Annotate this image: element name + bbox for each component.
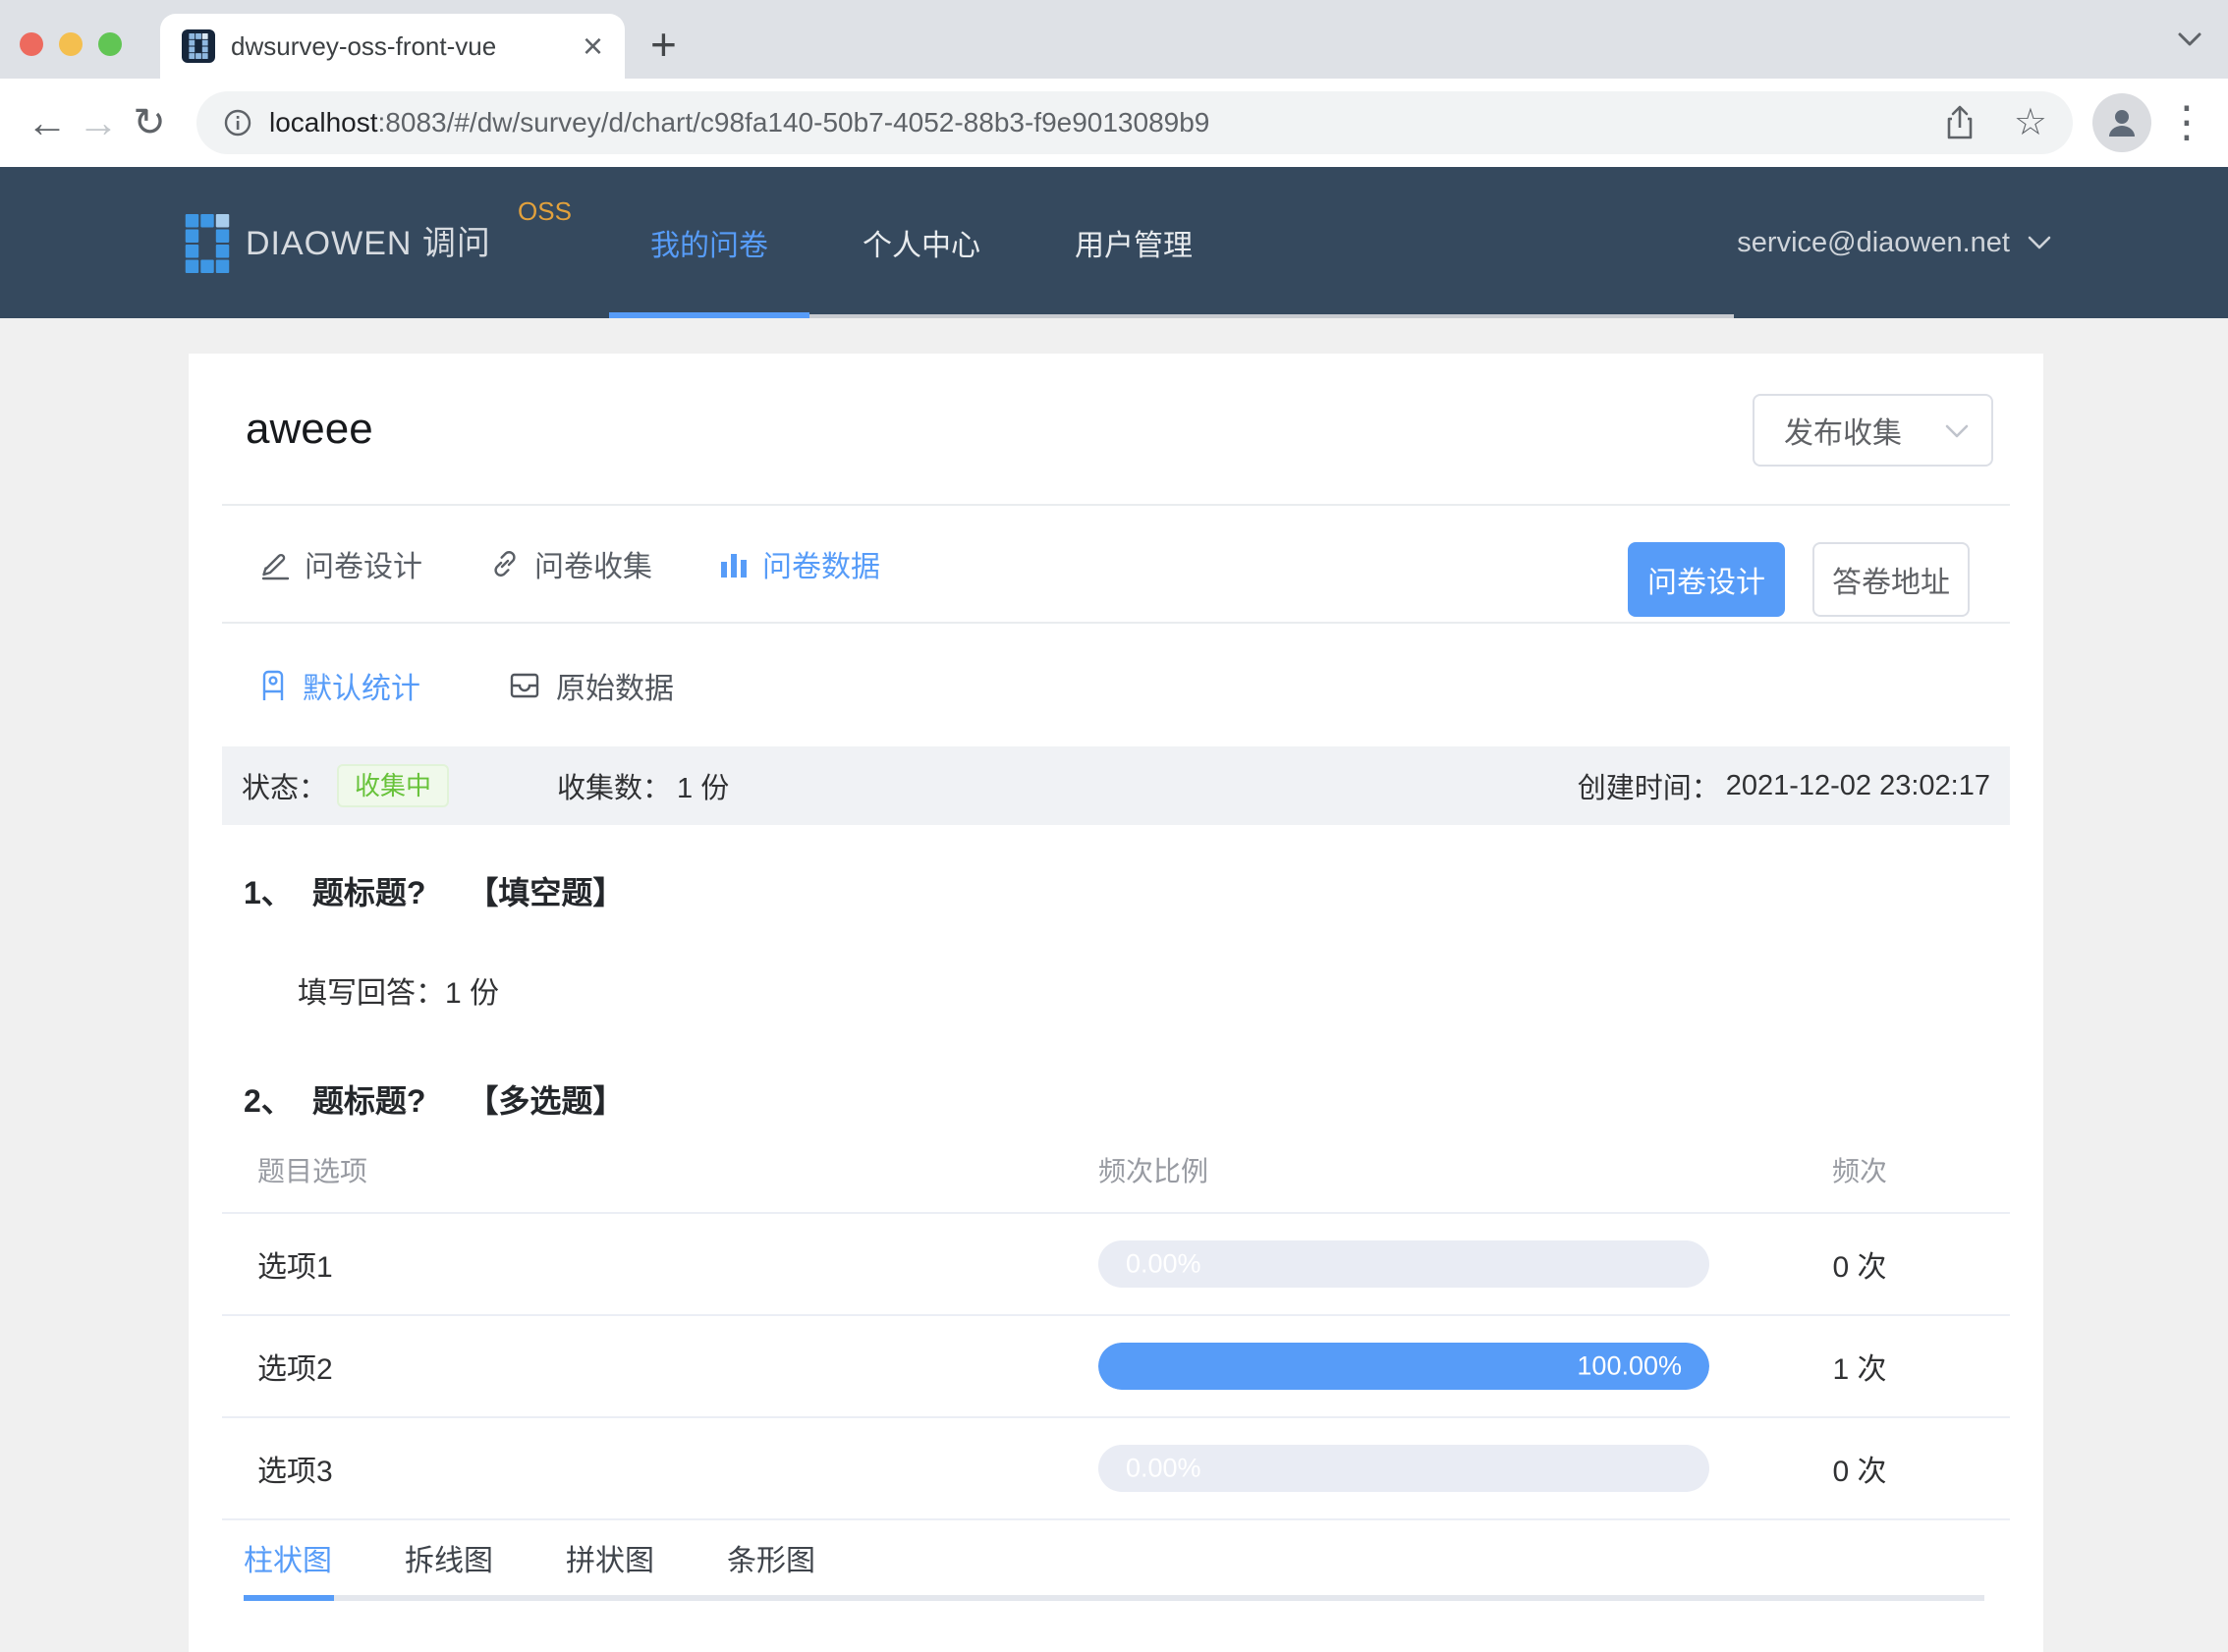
tab-default-stats[interactable]: 默认统计 bbox=[259, 664, 420, 707]
percent-value: 0.00% bbox=[1126, 1248, 1201, 1279]
address-bar[interactable]: localhost:8083/#/dw/survey/d/chart/c98fa… bbox=[196, 91, 2073, 154]
bookmark-star-icon[interactable]: ☆ bbox=[2014, 104, 2047, 141]
app-navbar: DIAOWEN 调问 OSS 我的问卷 个人中心 用户管理 service@di… bbox=[0, 167, 2228, 318]
tab-survey-design[interactable]: 问卷设计 bbox=[259, 542, 422, 585]
diaowen-logo-icon[interactable] bbox=[185, 214, 230, 273]
status-bar: 状态： 收集中 收集数： 1 份 创建时间： 2021-12-02 23:02:… bbox=[222, 746, 2010, 825]
publish-select[interactable]: 发布收集 bbox=[1753, 394, 1993, 467]
link-icon bbox=[494, 551, 516, 577]
menu-item-user-management[interactable]: 用户管理 bbox=[1033, 167, 1234, 318]
brand-text: DIAOWEN 调问 bbox=[246, 225, 491, 262]
survey-card: aweee 发布收集 问卷设计 问卷收集 问卷数据 问卷设计 答卷地址 默认统计… bbox=[189, 354, 2043, 1652]
count-value: 0 次 bbox=[1832, 1251, 1887, 1284]
tab-title: dwsurvey-oss-front-vue bbox=[231, 30, 497, 61]
bar-chart-icon bbox=[721, 554, 747, 578]
reload-button[interactable]: ↻ bbox=[124, 100, 175, 145]
percent-bar: 100.00% bbox=[1098, 1343, 1709, 1390]
edit-icon bbox=[261, 553, 290, 580]
chevron-down-icon bbox=[1944, 423, 1970, 439]
option-label: 选项1 bbox=[257, 1251, 333, 1284]
tab-survey-collect[interactable]: 问卷收集 bbox=[489, 542, 652, 585]
browser-tab[interactable]: dwsurvey-oss-front-vue × bbox=[160, 14, 625, 79]
favicon-icon bbox=[182, 29, 215, 63]
option-stats-table: 题目选项 频次比例 频次 选项1 0.00% 0 次 选项2 100.00% 1… bbox=[222, 1128, 2010, 1520]
survey-title: aweee bbox=[246, 405, 373, 453]
tab-survey-data[interactable]: 问卷数据 bbox=[719, 542, 880, 585]
browser-menu-icon[interactable]: ⋮ bbox=[2165, 101, 2208, 144]
answer-url-button[interactable]: 答卷地址 bbox=[1812, 542, 1970, 617]
collect-count-label: 收集数： bbox=[557, 773, 672, 804]
back-button[interactable]: ← bbox=[22, 99, 73, 146]
percent-value: 100.00% bbox=[1577, 1350, 1682, 1381]
page-background: aweee 发布收集 问卷设计 问卷收集 问卷数据 问卷设计 答卷地址 默认统计… bbox=[0, 318, 2228, 1652]
menu-item-profile[interactable]: 个人中心 bbox=[821, 167, 1022, 318]
tab-close-icon[interactable]: × bbox=[583, 28, 603, 64]
table-row: 选项1 0.00% 0 次 bbox=[222, 1212, 2010, 1314]
share-icon[interactable] bbox=[1943, 104, 1977, 141]
chart-tab-line[interactable]: 拆线图 bbox=[405, 1536, 493, 1579]
site-info-icon[interactable] bbox=[222, 107, 253, 138]
percent-bar: 0.00% bbox=[1098, 1445, 1709, 1492]
count-value: 1 次 bbox=[1832, 1353, 1887, 1386]
answer-value: 1 份 bbox=[445, 977, 500, 1010]
tab-raw-data[interactable]: 原始数据 bbox=[509, 664, 674, 707]
chart-tab-column[interactable]: 柱状图 bbox=[244, 1536, 332, 1579]
created-time-value: 2021-12-02 23:02:17 bbox=[1725, 769, 1990, 801]
table-header-row: 题目选项 频次比例 频次 bbox=[222, 1128, 2010, 1212]
created-time-label: 创建时间： bbox=[1577, 773, 1720, 804]
table-row: 选项3 0.00% 0 次 bbox=[222, 1416, 2010, 1518]
account-email: service@diaowen.net bbox=[1737, 226, 2010, 258]
option-label: 选项3 bbox=[257, 1456, 333, 1488]
question-2-title: 2、 题标题? 【多选题】 bbox=[244, 1083, 625, 1119]
inbox-icon bbox=[510, 673, 539, 697]
status-badge: 收集中 bbox=[337, 764, 450, 807]
status-label: 状态： bbox=[242, 773, 328, 804]
new-tab-button[interactable]: + bbox=[650, 22, 677, 67]
main-menu: 我的问卷 个人中心 用户管理 bbox=[609, 167, 1234, 318]
question-1-answer: 填写回答：1 份 bbox=[222, 968, 2010, 1012]
count-value: 0 次 bbox=[1832, 1456, 1887, 1488]
forward-button[interactable]: → bbox=[73, 99, 124, 146]
header-option: 题目选项 bbox=[257, 1156, 368, 1186]
chart-tabs-underline bbox=[244, 1595, 1984, 1601]
table-row: 选项2 100.00% 1 次 bbox=[222, 1314, 2010, 1416]
chart-type-tabs: 柱状图 拆线图 拼状图 条形图 bbox=[222, 1520, 2010, 1638]
browser-tab-strip: dwsurvey-oss-front-vue × + bbox=[0, 0, 2228, 79]
account-dropdown[interactable]: service@diaowen.net bbox=[1737, 167, 2051, 318]
collect-count-value: 1 份 bbox=[677, 773, 730, 804]
browser-profile-avatar[interactable] bbox=[2092, 93, 2151, 152]
header-percent: 频次比例 bbox=[1098, 1156, 1209, 1186]
percent-bar: 0.00% bbox=[1098, 1240, 1709, 1288]
tab-search-chevron-icon[interactable] bbox=[2177, 31, 2202, 47]
option-label: 选项2 bbox=[257, 1353, 333, 1386]
chart-tab-pie[interactable]: 拼状图 bbox=[566, 1536, 654, 1579]
chart-tabs-active-underline bbox=[244, 1595, 334, 1601]
question-1-title: 1、 题标题? 【填空题】 bbox=[244, 875, 625, 910]
url-text: localhost:8083/#/dw/survey/d/chart/c98fa… bbox=[269, 107, 1210, 138]
menu-item-my-surveys[interactable]: 我的问卷 bbox=[609, 167, 809, 318]
chevron-down-icon bbox=[2028, 236, 2051, 248]
survey-design-button[interactable]: 问卷设计 bbox=[1628, 542, 1785, 617]
minimize-window-button[interactable] bbox=[59, 32, 83, 56]
header-count: 频次 bbox=[1831, 1156, 1887, 1186]
close-window-button[interactable] bbox=[20, 32, 43, 56]
answer-label: 填写回答： bbox=[298, 977, 445, 1010]
percent-value: 0.00% bbox=[1126, 1453, 1201, 1483]
browser-url-bar-row: ← → ↻ localhost:8083/#/dw/survey/d/chart… bbox=[0, 79, 2228, 167]
traffic-lights bbox=[20, 32, 122, 56]
brand-oss-badge: OSS bbox=[518, 196, 572, 226]
chart-tab-bar[interactable]: 条形图 bbox=[727, 1536, 815, 1579]
tag-icon bbox=[262, 670, 284, 700]
publish-select-value: 发布收集 bbox=[1784, 417, 1902, 450]
zoom-window-button[interactable] bbox=[98, 32, 122, 56]
